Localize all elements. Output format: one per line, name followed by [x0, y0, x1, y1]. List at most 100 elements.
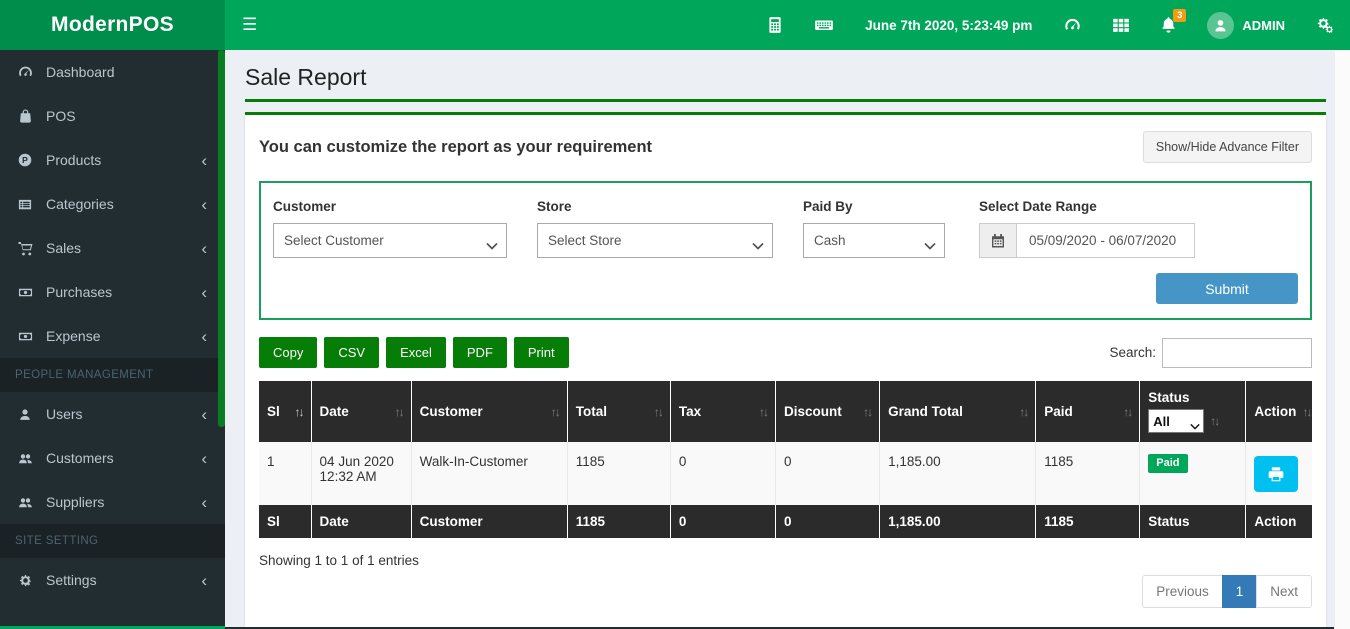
- topbar: ModernPOS ☰ June 7th 2020, 5:23:49 pm: [0, 0, 1350, 50]
- money-icon: [15, 285, 35, 300]
- sidebar-toggle-icon[interactable]: ☰: [225, 0, 274, 50]
- brand-logo[interactable]: ModernPOS: [0, 0, 225, 50]
- dashboard-gauge-icon[interactable]: [1048, 0, 1097, 50]
- footer-action: Action: [1246, 505, 1312, 538]
- sort-icon: ↑↓: [1302, 405, 1310, 419]
- app-root: ModernPOS ☰ June 7th 2020, 5:23:49 pm: [0, 0, 1350, 629]
- chevron-left-icon: ‹: [201, 152, 210, 169]
- paid-by-filter-group: Paid By Cash: [803, 199, 945, 258]
- header-discount[interactable]: Discount↑↓: [775, 381, 879, 442]
- sidebar-item-purchases[interactable]: Purchases ‹: [0, 270, 225, 314]
- header-customer[interactable]: Customer↑↓: [411, 381, 567, 442]
- sidebar-item-sales[interactable]: Sales ‹: [0, 226, 225, 270]
- users-icon: [15, 495, 35, 510]
- customer-filter-group: Customer Select Customer: [273, 199, 507, 258]
- keyboard-icon[interactable]: [799, 0, 849, 50]
- sidebar-item-categories[interactable]: Categories ‹: [0, 182, 225, 226]
- footer-grand-total: 1,185.00: [880, 505, 1036, 538]
- sidebar-item-label: Customers: [46, 450, 114, 466]
- footer-paid: 1185: [1036, 505, 1140, 538]
- date-range-input[interactable]: [1017, 224, 1194, 257]
- print-export-button[interactable]: Print: [514, 337, 569, 368]
- user-menu[interactable]: ADMIN: [1192, 0, 1300, 50]
- sidebar-item-expense[interactable]: Expense ‹: [0, 314, 225, 358]
- submit-button[interactable]: Submit: [1156, 273, 1298, 304]
- cell-total: 1185: [567, 442, 670, 505]
- footer-status: Status: [1140, 505, 1246, 538]
- customer-select[interactable]: Select Customer: [273, 223, 507, 258]
- sidebar-scrollbar[interactable]: [218, 50, 225, 427]
- sidebar-item-users[interactable]: Users ‹: [0, 392, 225, 436]
- footer-total: 1185: [567, 505, 670, 538]
- chevron-left-icon: ‹: [201, 284, 210, 301]
- status-filter-select[interactable]: All: [1148, 409, 1204, 433]
- header-sl[interactable]: Sl↑↓: [259, 381, 311, 442]
- sort-icon: ↑↓: [551, 405, 559, 419]
- sidebar-item-pos[interactable]: POS: [0, 94, 225, 138]
- cell-discount: 0: [775, 442, 879, 505]
- toggle-advance-filter-button[interactable]: Show/Hide Advance Filter: [1143, 131, 1312, 163]
- date-range-input-group: [979, 223, 1195, 258]
- sidebar-item-products[interactable]: P Products ‹: [0, 138, 225, 182]
- cell-sl: 1: [259, 442, 311, 505]
- submit-row: Submit: [273, 273, 1298, 304]
- product-icon: P: [15, 152, 35, 168]
- gear-icon: [15, 573, 35, 588]
- header-action: Action↑↓: [1246, 381, 1312, 442]
- sort-icon: ↑↓: [654, 405, 662, 419]
- sidebar-item-label: POS: [46, 108, 76, 124]
- footer-date: Date: [311, 505, 411, 538]
- footer-sl: Sl: [259, 505, 311, 538]
- user-name-label: ADMIN: [1242, 18, 1285, 33]
- store-select[interactable]: Select Store: [537, 223, 773, 258]
- store-filter-group: Store Select Store: [537, 199, 773, 258]
- previous-page-button[interactable]: Previous: [1142, 575, 1223, 608]
- next-page-button[interactable]: Next: [1256, 575, 1312, 608]
- table-row: 1 04 Jun 202012:32 AM Walk-In-Customer 1…: [259, 442, 1312, 505]
- header-grand-total[interactable]: Grand Total↑↓: [880, 381, 1036, 442]
- calendar-icon[interactable]: [980, 224, 1017, 257]
- paid-by-select[interactable]: Cash: [803, 223, 945, 258]
- apps-grid-icon[interactable]: [1097, 0, 1145, 50]
- sidebar-item-dashboard[interactable]: Dashboard: [0, 50, 225, 94]
- sort-icon: ↑↓: [1210, 414, 1218, 428]
- store-filter-label: Store: [537, 199, 773, 214]
- pdf-button[interactable]: PDF: [453, 337, 507, 368]
- calculator-icon[interactable]: [751, 0, 799, 50]
- sort-icon: ↑↓: [863, 405, 871, 419]
- sort-icon: ↑↓: [1123, 405, 1131, 419]
- page-scrollbar-track[interactable]: [1334, 50, 1350, 629]
- status-badge: Paid: [1148, 454, 1187, 473]
- sidebar-item-label: Products: [46, 152, 101, 168]
- search-label: Search:: [1109, 345, 1156, 360]
- page-1-button[interactable]: 1: [1222, 575, 1258, 608]
- header-total[interactable]: Total↑↓: [567, 381, 670, 442]
- header-tax[interactable]: Tax↑↓: [670, 381, 775, 442]
- header-status[interactable]: Status All ↑↓: [1140, 381, 1246, 442]
- settings-cogs-icon[interactable]: [1300, 0, 1350, 50]
- sidebar-item-customers[interactable]: Customers ‹: [0, 436, 225, 480]
- excel-button[interactable]: Excel: [386, 337, 446, 368]
- csv-button[interactable]: CSV: [324, 337, 379, 368]
- header-date[interactable]: Date↑↓: [311, 381, 411, 442]
- notifications-bell-icon[interactable]: 3: [1145, 0, 1192, 50]
- sidebar-section-site-setting: SITE SETTING: [0, 524, 225, 558]
- header-paid[interactable]: Paid↑↓: [1036, 381, 1140, 442]
- sidebar-item-label: Suppliers: [46, 494, 104, 510]
- copy-button[interactable]: Copy: [259, 337, 317, 368]
- report-card: You can customize the report as your req…: [245, 112, 1326, 629]
- search-input[interactable]: [1162, 338, 1312, 368]
- sidebar-item-label: Sales: [46, 240, 81, 256]
- sort-icon: ↑↓: [395, 405, 403, 419]
- sidebar-item-label: Dashboard: [46, 64, 115, 80]
- table-footer-row: Sl Date Customer 1185 0 0 1,185.00 1185 …: [259, 505, 1312, 538]
- sidebar-item-label: Expense: [46, 328, 100, 344]
- footer-tax: 0: [670, 505, 775, 538]
- sidebar-item-settings[interactable]: Settings ‹: [0, 558, 225, 602]
- pagination: Previous 1 Next: [1142, 575, 1312, 608]
- footer-discount: 0: [775, 505, 879, 538]
- sidebar-item-suppliers[interactable]: Suppliers ‹: [0, 480, 225, 524]
- cell-customer: Walk-In-Customer: [411, 442, 567, 505]
- print-row-button[interactable]: [1254, 456, 1298, 492]
- sidebar-item-label: Purchases: [46, 284, 112, 300]
